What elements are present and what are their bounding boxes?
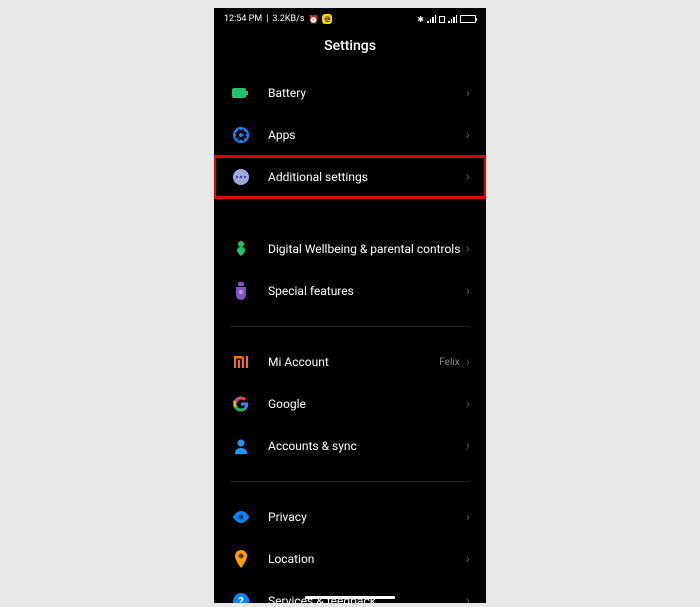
item-special-features[interactable]: Special features › (214, 270, 486, 312)
mi-logo-icon (230, 351, 252, 373)
svg-text:?: ? (238, 595, 244, 603)
item-label: Mi Account (268, 355, 439, 369)
home-indicator[interactable] (305, 596, 395, 599)
battery-settings-icon (230, 82, 252, 104)
chevron-right-icon: › (466, 355, 470, 369)
settings-list: Battery › Apps › Additional settings › D… (214, 72, 486, 603)
item-label: Google (268, 397, 466, 411)
item-additional-settings[interactable]: Additional settings › (214, 156, 486, 198)
signal-icon (427, 15, 436, 23)
divider (230, 481, 470, 482)
chevron-right-icon: › (466, 594, 470, 603)
help-icon: ? (230, 590, 252, 603)
item-digital-wellbeing[interactable]: Digital Wellbeing & parental controls › (214, 228, 486, 270)
notification-badge-icon: ◎ (322, 14, 332, 24)
chevron-right-icon: › (466, 284, 470, 298)
battery-icon (460, 15, 476, 23)
item-battery[interactable]: Battery › (214, 72, 486, 114)
location-pin-icon (230, 548, 252, 570)
item-mi-account[interactable]: Mi Account Felix › (214, 341, 486, 383)
item-location[interactable]: Location › (214, 538, 486, 580)
item-accounts-sync[interactable]: Accounts & sync › (214, 425, 486, 467)
item-label: Apps (268, 128, 466, 142)
item-apps[interactable]: Apps › (214, 114, 486, 156)
special-features-icon (230, 280, 252, 302)
item-google[interactable]: Google › (214, 383, 486, 425)
chevron-right-icon: › (466, 170, 470, 184)
divider (230, 326, 470, 327)
status-network-speed: 3.2KB/s (272, 14, 304, 24)
chevron-right-icon: › (466, 128, 470, 142)
chevron-right-icon: › (466, 242, 470, 256)
status-bar: 12:54 PM | 3.2KB/s ⏰ ◎ ✱ (214, 8, 486, 28)
privacy-eye-icon (230, 506, 252, 528)
item-label: Additional settings (268, 170, 466, 184)
wellbeing-icon (230, 238, 252, 260)
item-label: Battery (268, 86, 466, 100)
signal-icon-2 (448, 15, 457, 23)
bluetooth-icon: ✱ (417, 15, 424, 24)
item-label: Location (268, 552, 466, 566)
item-value: Felix (439, 357, 460, 368)
apps-icon (230, 124, 252, 146)
chevron-right-icon: › (466, 86, 470, 100)
item-label: Privacy (268, 510, 466, 524)
chevron-right-icon: › (466, 439, 470, 453)
chevron-right-icon: › (466, 510, 470, 524)
item-privacy[interactable]: Privacy › (214, 496, 486, 538)
chevron-right-icon: › (466, 397, 470, 411)
page-title: Settings (214, 28, 486, 72)
google-icon (230, 393, 252, 415)
item-label: Special features (268, 284, 466, 298)
additional-settings-icon (230, 166, 252, 188)
sim-icon (439, 16, 445, 23)
account-icon (230, 435, 252, 457)
status-time: 12:54 PM (224, 14, 262, 24)
phone-frame: 12:54 PM | 3.2KB/s ⏰ ◎ ✱ Settings Batter… (214, 8, 486, 603)
item-services-feedback[interactable]: ? Services & feedback › (214, 580, 486, 603)
item-label: Accounts & sync (268, 439, 466, 453)
alarm-icon: ⏰ (309, 15, 319, 24)
item-label: Digital Wellbeing & parental controls (268, 242, 466, 256)
chevron-right-icon: › (466, 552, 470, 566)
